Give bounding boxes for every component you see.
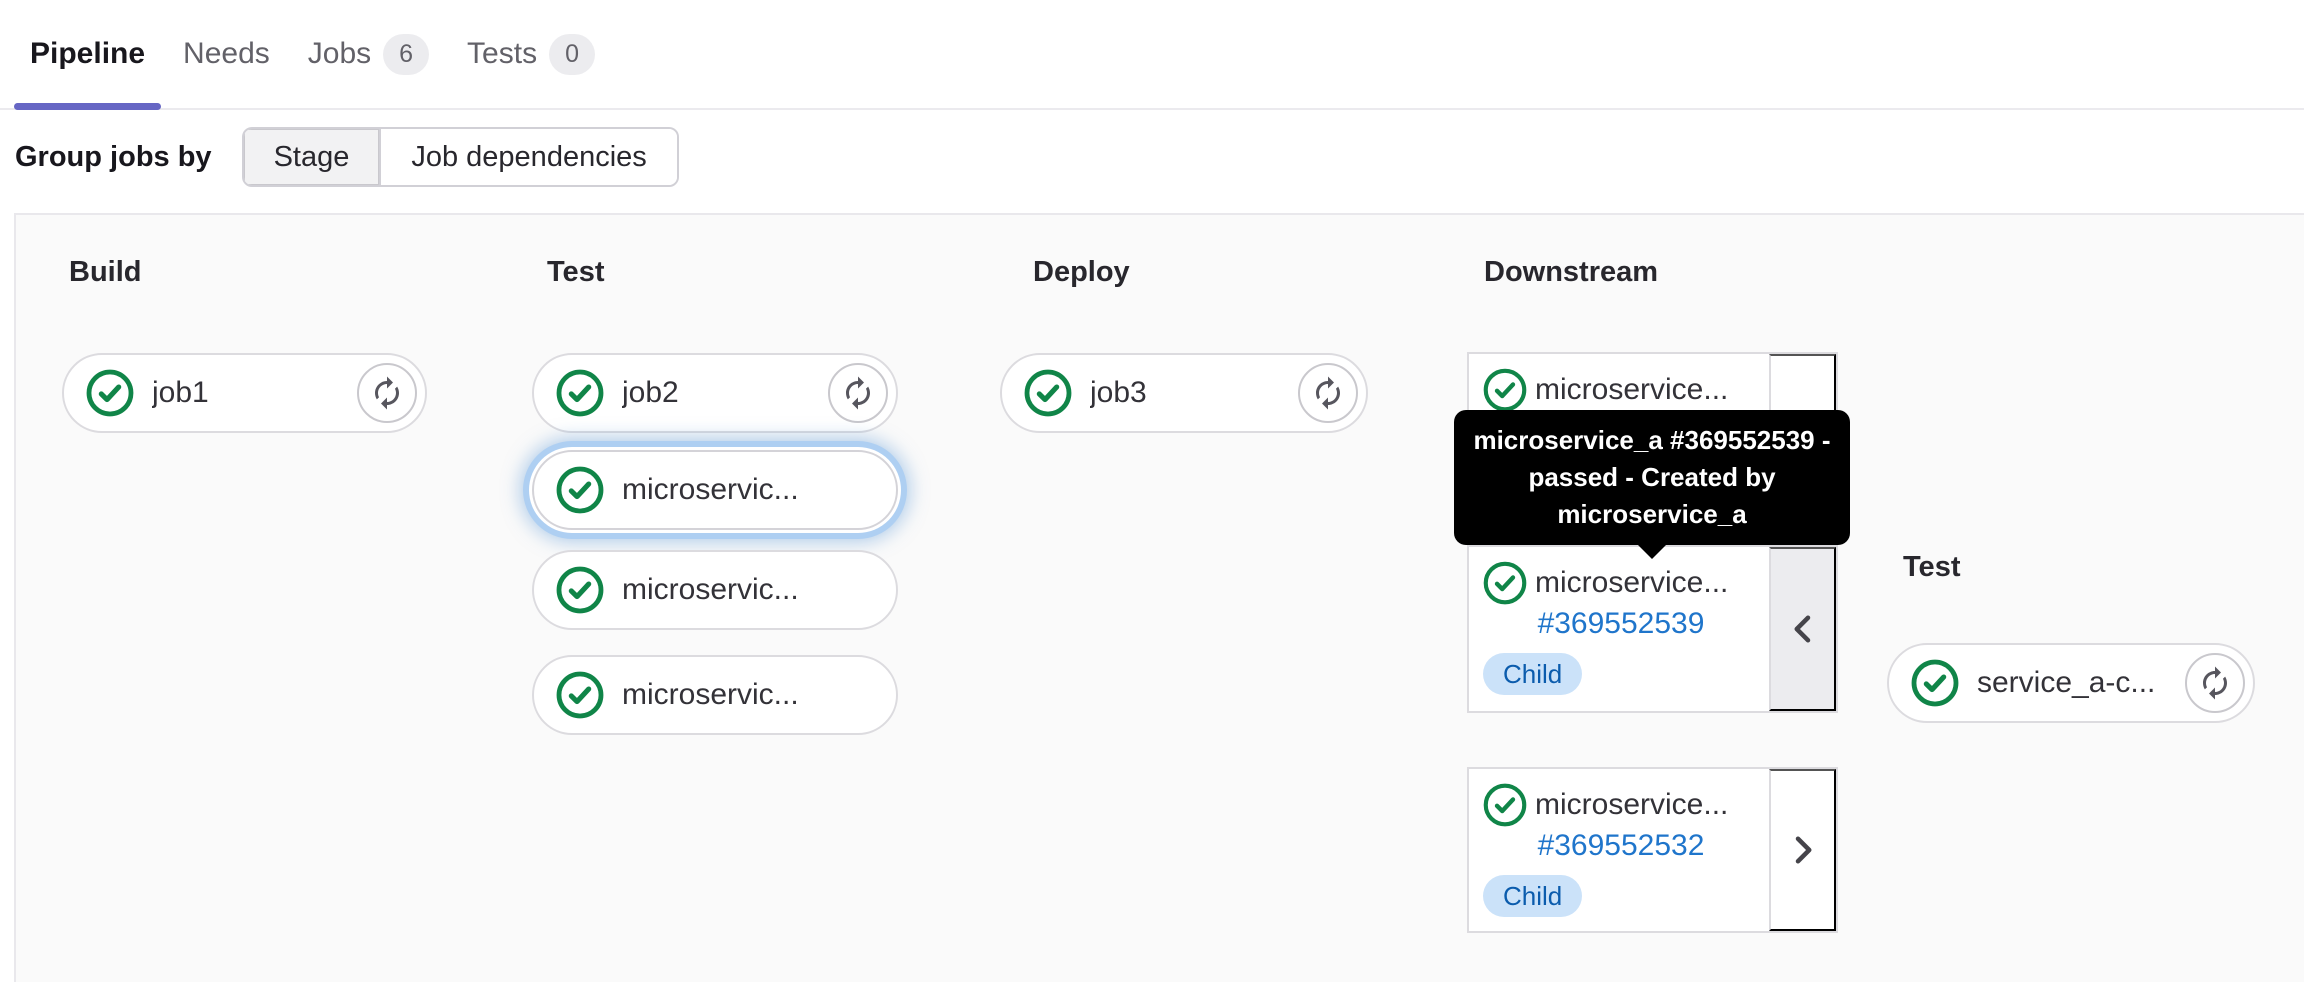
job-pill-job1[interactable]: job1 xyxy=(62,353,427,433)
chevron-left-icon xyxy=(1794,615,1810,643)
job-pill-microservice-trigger-1[interactable]: microservic... xyxy=(532,450,898,530)
status-passed-icon xyxy=(1483,783,1527,827)
job-name: microservic... xyxy=(622,678,799,711)
child-pipeline-badge: Child xyxy=(1483,875,1583,917)
tab-jobs[interactable]: Jobs 6 xyxy=(307,0,430,108)
jobs-count-badge: 6 xyxy=(383,33,430,75)
tab-needs-label: Needs xyxy=(183,37,270,70)
collapse-downstream-button[interactable] xyxy=(1769,547,1836,711)
job-pill-microservice-trigger-3[interactable]: microservic... xyxy=(532,655,898,735)
downstream-pipeline-name: microservice... xyxy=(1535,373,1729,406)
status-passed-icon xyxy=(1911,659,1959,707)
chevron-right-icon xyxy=(1795,836,1811,864)
retry-job-button[interactable] xyxy=(1298,363,1358,423)
tab-tests[interactable]: Tests 0 xyxy=(467,0,595,108)
job-name: job2 xyxy=(622,376,679,409)
tooltip-line: passed - Created by xyxy=(1528,462,1776,492)
retry-icon xyxy=(2203,666,2227,700)
job-name: microservic... xyxy=(622,473,799,506)
status-passed-icon xyxy=(86,369,134,417)
status-passed-icon xyxy=(556,566,604,614)
job-pill-job3[interactable]: job3 xyxy=(1000,353,1368,433)
group-jobs-by-row: Group jobs by Stage Job dependencies xyxy=(15,127,679,187)
expand-downstream-button[interactable] xyxy=(1769,769,1836,931)
tab-jobs-label: Jobs xyxy=(307,37,372,70)
tab-tests-label: Tests xyxy=(467,37,538,70)
job-name: service_a-c... xyxy=(1977,666,2156,699)
job-name: microservic... xyxy=(622,573,799,606)
retry-icon xyxy=(375,376,399,410)
retry-icon xyxy=(1316,376,1340,410)
job-pill-job2[interactable]: job2 xyxy=(532,353,898,433)
pipeline-page: Pipeline Needs Jobs 6 Tests 0 Group jobs… xyxy=(0,0,2304,982)
retry-job-button[interactable] xyxy=(828,363,888,423)
stage-title-downstream-test: Test xyxy=(1903,551,1961,583)
child-pipeline-badge: Child xyxy=(1483,653,1583,695)
tab-pipeline-label: Pipeline xyxy=(30,37,146,70)
stage-title-deploy: Deploy xyxy=(1033,256,1130,288)
stage-title-downstream: Downstream xyxy=(1484,256,1659,288)
retry-job-button[interactable] xyxy=(2185,653,2245,713)
job-name: job3 xyxy=(1090,376,1147,409)
downstream-card-content[interactable]: microservice... #369552539 Child xyxy=(1469,547,1769,711)
status-passed-icon xyxy=(1483,561,1527,605)
downstream-pipeline-name: microservice... xyxy=(1535,566,1729,599)
status-passed-icon xyxy=(556,466,604,514)
stage-title-build: Build xyxy=(69,256,142,288)
downstream-pipeline-card-3: microservice... #369552532 Child xyxy=(1467,767,1838,933)
status-passed-icon xyxy=(1483,368,1527,412)
downstream-card-content[interactable]: microservice... #369552532 Child xyxy=(1469,769,1769,931)
retry-icon xyxy=(846,376,870,410)
stage-title-test: Test xyxy=(547,256,605,288)
group-jobs-by-label: Group jobs by xyxy=(15,140,212,173)
job-pill-microservice-trigger-2[interactable]: microservic... xyxy=(532,550,898,630)
tab-needs[interactable]: Needs xyxy=(183,0,270,108)
pipeline-graph-panel xyxy=(14,213,2304,982)
pipeline-status-tooltip: microservice_a #369552539 - passed - Cre… xyxy=(1454,410,1850,559)
status-passed-icon xyxy=(1024,369,1072,417)
pipeline-tab-bar: Pipeline Needs Jobs 6 Tests 0 xyxy=(0,0,2304,110)
job-name: job1 xyxy=(152,376,209,409)
status-passed-icon xyxy=(556,369,604,417)
group-by-segmented-control: Stage Job dependencies xyxy=(241,127,679,187)
tooltip-line: microservice_a #369552539 - xyxy=(1473,425,1831,455)
job-pill-service-a[interactable]: service_a-c... xyxy=(1887,643,2255,723)
group-by-stage-button[interactable]: Stage xyxy=(243,129,382,185)
retry-job-button[interactable] xyxy=(357,363,417,423)
downstream-pipeline-id-link[interactable]: #369552532 xyxy=(1538,829,1705,862)
tab-pipeline[interactable]: Pipeline xyxy=(13,0,162,110)
tooltip-line: microservice_a xyxy=(1557,499,1747,529)
tests-count-badge: 0 xyxy=(549,33,595,75)
downstream-pipeline-name: microservice... xyxy=(1535,788,1729,821)
downstream-pipeline-id-link[interactable]: #369552539 xyxy=(1538,607,1705,640)
status-passed-icon xyxy=(556,671,604,719)
group-by-job-dependencies-button[interactable]: Job dependencies xyxy=(381,129,677,185)
